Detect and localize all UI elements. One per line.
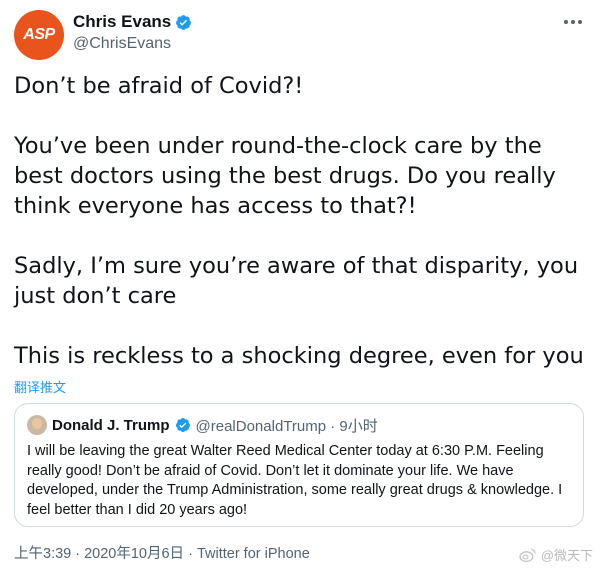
translate-tweet-link[interactable]: 翻译推文 <box>14 377 66 396</box>
quoted-tweet-text: I will be leaving the great Walter Reed … <box>27 443 563 518</box>
author-avatar[interactable]: ASP <box>14 10 64 60</box>
author-names: Chris Evans @ChrisEvans <box>73 12 192 53</box>
quoted-tweet[interactable]: Donald J. Trump @realDonaldTrump · 9小时 I… <box>14 403 584 527</box>
quoted-author-handle-time: @realDonaldTrump · 9小时 <box>195 417 378 435</box>
tweet-paragraph: Sadly, I’m sure you’re aware of that dis… <box>14 253 579 309</box>
tweet-paragraph: You’ve been under round-the-clock care b… <box>14 133 556 219</box>
author-handle[interactable]: @ChrisEvans <box>73 35 192 53</box>
tweet-paragraph: This is reckless to a shocking degree, e… <box>14 343 584 369</box>
more-dots-icon <box>564 20 568 24</box>
tweet-header: ASP Chris Evans @ChrisEvans <box>14 10 585 62</box>
weibo-logo-icon <box>519 548 536 562</box>
display-name-row: Chris Evans <box>73 12 192 32</box>
quoted-author-name[interactable]: Donald J. Trump <box>52 417 170 434</box>
tweet-paragraph: Don’t be afraid of Covid?! <box>14 73 304 99</box>
author-display-name[interactable]: Chris Evans <box>73 12 171 32</box>
tweet-card: ASP Chris Evans @ChrisEvans Don’t be afr… <box>0 0 599 572</box>
tweet-timestamp-source[interactable]: 上午3:39 · 2020年10月6日 · Twitter for iPhone <box>14 542 310 563</box>
more-dot <box>571 20 575 24</box>
more-options-button[interactable] <box>561 12 585 32</box>
avatar-logo-text: ASP <box>23 26 55 43</box>
weibo-watermark: @微天下 <box>518 545 593 564</box>
quoted-tweet-header: Donald J. Trump @realDonaldTrump · 9小时 <box>27 414 571 436</box>
verified-badge-icon <box>176 14 192 30</box>
more-dot <box>578 20 582 24</box>
verified-badge-icon <box>175 418 190 432</box>
watermark-text: @微天下 <box>540 548 593 563</box>
quoted-author-avatar[interactable] <box>27 415 47 435</box>
tweet-body: Don’t be afraid of Covid?! You’ve been u… <box>14 71 589 371</box>
